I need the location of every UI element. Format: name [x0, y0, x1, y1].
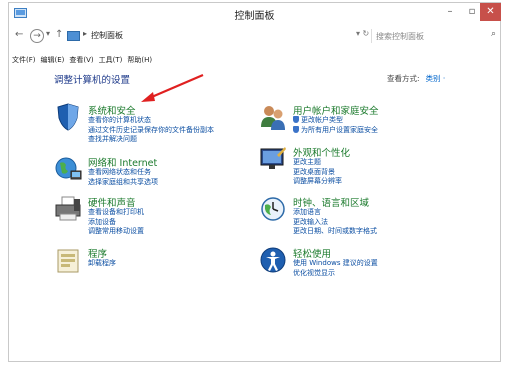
category-title[interactable]: 外观和个性化 — [293, 145, 350, 159]
programs-icon — [57, 249, 79, 273]
link-change-input-method[interactable]: 更改输入法 — [293, 218, 377, 228]
control-panel-small-icon — [67, 31, 80, 41]
users-icon — [261, 106, 285, 130]
link-change-theme[interactable]: 更改主题 — [293, 158, 342, 168]
control-panel-window: 控制面板 – ▫ ✕ ← → ▾ ↑ ▸ 控制面板 ▾ ↻ 搜索控制面板 ⌕ 文… — [8, 2, 501, 362]
link-add-language[interactable]: 添加语言 — [293, 208, 377, 218]
search-placeholder: 搜索控制面板 — [376, 32, 424, 41]
link-network-status[interactable]: 查看网络状态和任务 — [88, 168, 158, 178]
address-bar: ← → ▾ ↑ ▸ 控制面板 ▾ ↻ 搜索控制面板 ⌕ — [9, 26, 500, 46]
accessibility-icon — [260, 247, 286, 273]
link-screen-resolution[interactable]: 调整屏幕分辨率 — [293, 177, 342, 187]
link-date-time-format[interactable]: 更改日期、时间或数字格式 — [293, 227, 377, 237]
view-by-dropdown[interactable]: 类别 · — [426, 74, 446, 83]
main-content: 调整计算机的设置 查看方式: 类别 · 系统和安全 查看你的计算机状态 通过文件历… — [9, 60, 500, 362]
search-icon[interactable]: ⌕ — [491, 29, 496, 39]
link-change-account-type[interactable]: 更改帐户类型 — [293, 116, 378, 126]
category-title[interactable]: 用户帐户和家庭安全 — [293, 103, 379, 117]
breadcrumb-item-control-panel[interactable]: 控制面板 — [91, 30, 123, 41]
back-arrow-icon[interactable]: ← — [15, 29, 23, 40]
link-view-computer-status[interactable]: 查看你的计算机状态 — [88, 116, 214, 126]
forward-arrow-icon[interactable]: → — [30, 29, 44, 43]
globe-network-icon — [55, 157, 82, 180]
clock-globe-icon — [261, 197, 285, 221]
view-by: 查看方式: 类别 · — [387, 73, 445, 84]
link-label[interactable]: 为所有用户设置家庭安全 — [301, 126, 378, 134]
view-by-label: 查看方式: — [387, 74, 420, 83]
link-family-safety[interactable]: 为所有用户设置家庭安全 — [293, 125, 378, 136]
search-input[interactable]: 搜索控制面板 ⌕ — [371, 29, 498, 43]
printer-icon — [55, 196, 81, 221]
link-homegroup-sharing[interactable]: 选择家庭组和共享选项 — [88, 178, 158, 188]
shield-icon — [57, 103, 79, 131]
category-title[interactable]: 系统和安全 — [88, 103, 136, 117]
minimize-button[interactable]: – — [439, 3, 461, 21]
category-title[interactable]: 轻松使用 — [293, 246, 331, 260]
link-add-device[interactable]: 添加设备 — [88, 218, 144, 228]
category-title[interactable]: 网络和 Internet — [88, 155, 157, 169]
annotation-arrow-icon — [141, 73, 204, 102]
link-desktop-background[interactable]: 更改桌面背景 — [293, 168, 342, 178]
link-recommended-settings[interactable]: 使用 Windows 建议的设置 — [293, 259, 378, 269]
refresh-icon[interactable]: ▾ ↻ — [356, 29, 369, 38]
link-label[interactable]: 更改帐户类型 — [301, 116, 343, 124]
breadcrumb-separator-icon[interactable]: ▸ — [83, 29, 87, 38]
title-bar: 控制面板 – ▫ ✕ — [9, 3, 501, 25]
link-optimize-visual-display[interactable]: 优化视觉显示 — [293, 269, 378, 279]
close-button[interactable]: ✕ — [480, 3, 501, 21]
window-title: 控制面板 — [234, 11, 275, 22]
recent-dropdown-icon[interactable]: ▾ — [46, 29, 50, 38]
shield-icon — [293, 116, 299, 123]
monitor-paint-icon — [260, 147, 286, 169]
up-arrow-icon[interactable]: ↑ — [55, 29, 63, 40]
category-title[interactable]: 硬件和声音 — [88, 195, 136, 209]
category-title[interactable]: 时钟、语言和区域 — [293, 195, 369, 209]
link-uninstall-program[interactable]: 卸载程序 — [88, 259, 116, 269]
link-file-history-backup[interactable]: 通过文件历史记录保存你的文件备份副本 — [88, 126, 214, 136]
link-mobility-settings[interactable]: 调整常用移动设置 — [88, 227, 144, 237]
breadcrumb[interactable]: ▸ 控制面板 — [65, 28, 355, 43]
link-troubleshoot[interactable]: 查找并解决问题 — [88, 135, 214, 145]
category-title[interactable]: 程序 — [88, 246, 107, 260]
page-title: 调整计算机的设置 — [54, 75, 131, 86]
menu-bar: 文件(F) 编辑(E) 查看(V) 工具(T) 帮助(H) — [9, 47, 500, 64]
link-devices-printers[interactable]: 查看设备和打印机 — [88, 208, 144, 218]
shield-icon — [293, 125, 299, 133]
